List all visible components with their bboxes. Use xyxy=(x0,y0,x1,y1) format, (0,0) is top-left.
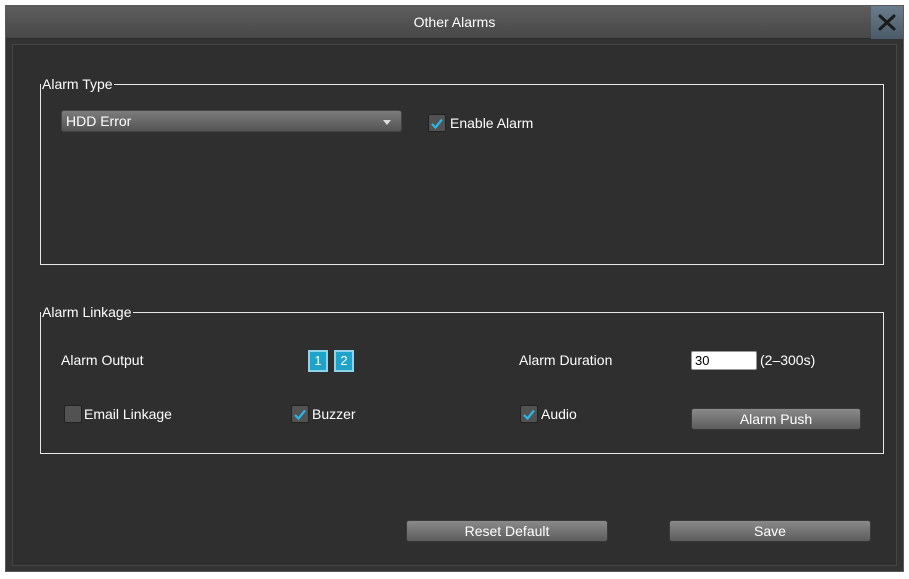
alarm-output-label: Alarm Output xyxy=(61,352,144,368)
enable-alarm-label: Enable Alarm xyxy=(450,115,534,131)
alarm-output-1[interactable]: 1 xyxy=(308,350,328,372)
buzzer-label: Buzzer xyxy=(312,406,356,422)
title-bar: Other Alarms xyxy=(6,6,903,39)
save-button[interactable]: Save xyxy=(669,520,871,542)
alarm-duration-input[interactable] xyxy=(691,351,757,370)
alarm-linkage-legend: Alarm Linkage xyxy=(42,304,132,320)
alarm-duration-range: (2–300s) xyxy=(760,352,816,368)
checkmark-icon xyxy=(523,409,535,420)
chevron-down-icon xyxy=(383,120,391,125)
alarm-push-button[interactable]: Alarm Push xyxy=(691,408,861,430)
checkmark-icon xyxy=(294,409,306,420)
audio-checkbox[interactable] xyxy=(520,405,538,423)
alarm-duration-label: Alarm Duration xyxy=(519,352,613,368)
enable-alarm-checkbox[interactable] xyxy=(428,114,446,132)
checkmark-icon xyxy=(431,118,443,129)
reset-default-button[interactable]: Reset Default xyxy=(406,520,608,542)
alarm-type-select[interactable]: HDD Error xyxy=(61,110,402,132)
alarm-type-legend: Alarm Type xyxy=(42,76,113,92)
dialog-title: Other Alarms xyxy=(413,14,496,30)
email-linkage-label: Email Linkage xyxy=(84,406,172,422)
buzzer-checkbox[interactable] xyxy=(291,405,309,423)
audio-label: Audio xyxy=(541,406,577,422)
email-linkage-checkbox[interactable] xyxy=(64,405,82,423)
alarm-output-2[interactable]: 2 xyxy=(334,350,354,372)
alarm-type-group: Alarm Type xyxy=(40,76,884,265)
close-button[interactable] xyxy=(871,6,903,39)
alarm-type-select-value: HDD Error xyxy=(66,113,132,129)
close-x-icon xyxy=(878,14,896,31)
alarm-linkage-group: Alarm Linkage xyxy=(40,304,884,454)
